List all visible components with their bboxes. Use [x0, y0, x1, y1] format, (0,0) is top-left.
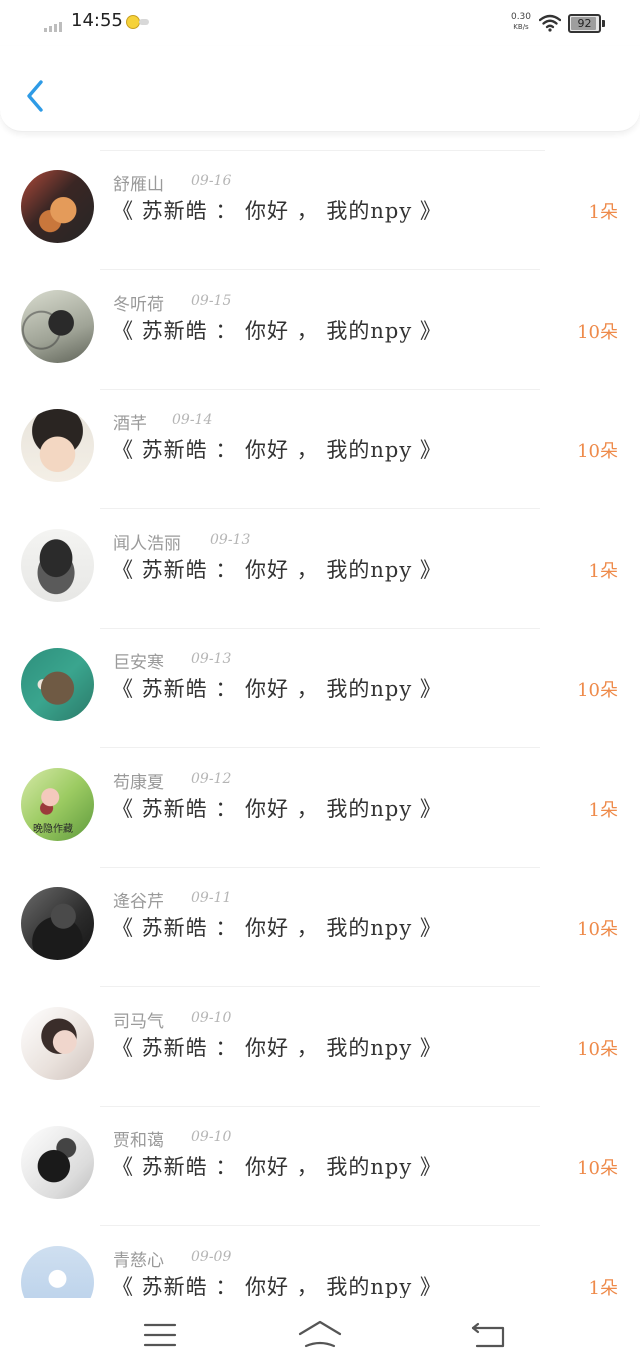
- book-title[interactable]: 《 苏新皓 ： 你好 ， 我的npy 》: [112, 195, 442, 225]
- network-speed-value: 0.30: [510, 12, 532, 22]
- book-title[interactable]: 《 苏新皓 ： 你好 ， 我的npy 》: [112, 1032, 442, 1062]
- menu-button[interactable]: [138, 1316, 182, 1354]
- list-item[interactable]: 酒芊 09-14 《 苏新皓 ： 你好 ， 我的npy 》 10朵: [0, 390, 640, 509]
- list-item[interactable]: 贾和蔼 09-10 《 苏新皓 ： 你好 ， 我的npy 》 10朵: [0, 1107, 640, 1226]
- status-time: 14:55: [71, 10, 123, 31]
- home-icon: [298, 1320, 342, 1348]
- avatar[interactable]: [21, 1126, 94, 1199]
- user-name[interactable]: 逄谷芹: [113, 887, 164, 912]
- network-speed: 0.30 KB/s: [510, 12, 532, 32]
- list-item[interactable]: 冬听荷 09-15 《 苏新皓 ： 你好 ， 我的npy 》 10朵: [0, 271, 640, 390]
- back-nav-button[interactable]: [466, 1316, 510, 1354]
- status-bar: 14:55 0.30 KB/s 92: [0, 0, 640, 46]
- gift-date: 09-11: [191, 890, 232, 906]
- avatar-watermark: 晚隐作藏: [33, 823, 73, 835]
- avatar[interactable]: 晚隐作藏: [21, 767, 94, 841]
- gift-date: 09-09: [191, 1248, 232, 1265]
- list-item[interactable]: 晚隐作藏 苟康夏 09-12 《 苏新皓 ： 你好 ， 我的npy 》 1朵: [0, 749, 640, 868]
- flower-count: 10朵: [577, 441, 618, 462]
- user-name[interactable]: 贾和蔼: [113, 1126, 164, 1151]
- user-name[interactable]: 司马气: [113, 1007, 164, 1032]
- flower-count: 10朵: [577, 1158, 618, 1179]
- network-speed-unit: KB/s: [513, 23, 529, 31]
- notification-emoji-icon: [126, 15, 140, 29]
- battery-icon: 92: [568, 14, 601, 33]
- gift-date: 09-12: [191, 770, 232, 787]
- gift-date: 09-10: [191, 1009, 232, 1026]
- avatar[interactable]: [21, 528, 94, 602]
- chevron-left-icon: [27, 80, 43, 112]
- menu-icon: [143, 1323, 177, 1347]
- flower-count: 1朵: [588, 1277, 618, 1299]
- gift-date: 09-14: [172, 412, 213, 428]
- book-title[interactable]: 《 苏新皓 ： 你好 ， 我的npy 》: [112, 1271, 442, 1299]
- avatar[interactable]: [21, 289, 94, 363]
- signal-strength-icon: [44, 22, 62, 32]
- app-header: [0, 46, 640, 132]
- list-item[interactable]: 巨安寒 09-13 《 苏新皓 ： 你好 ， 我的npy 》 10朵: [0, 629, 640, 748]
- notification-pill-icon: [139, 19, 149, 25]
- avatar[interactable]: [21, 887, 94, 960]
- system-navigation-bar: [0, 1298, 640, 1372]
- flower-count: 10朵: [577, 680, 618, 701]
- flower-count: 1朵: [588, 202, 618, 223]
- user-name[interactable]: 舒雁山: [113, 170, 164, 195]
- list-item[interactable]: 司马气 09-10 《 苏新皓 ： 你好 ， 我的npy 》 10朵: [0, 988, 640, 1107]
- book-title[interactable]: 《 苏新皓 ： 你好 ， 我的npy 》: [112, 793, 442, 823]
- list-item[interactable]: 舒雁山 09-16 《 苏新皓 ： 你好 ， 我的npy 》 1朵: [0, 151, 640, 270]
- gift-date: 09-13: [210, 531, 251, 548]
- user-name[interactable]: 青慈心: [113, 1246, 164, 1271]
- flower-count: 1朵: [588, 560, 618, 582]
- gift-date: 09-16: [191, 173, 232, 189]
- return-icon: [471, 1322, 505, 1348]
- gift-record-list[interactable]: 舒雁山 09-16 《 苏新皓 ： 你好 ， 我的npy 》 1朵 冬听荷 09-15 《 …: [0, 132, 640, 1298]
- avatar[interactable]: [21, 648, 94, 721]
- flower-count: 10朵: [577, 919, 618, 940]
- flower-count: 1朵: [588, 799, 618, 821]
- user-name[interactable]: 酒芊: [113, 409, 147, 434]
- book-title[interactable]: 《 苏新皓 ： 你好 ， 我的npy 》: [112, 434, 442, 464]
- book-title[interactable]: 《 苏新皓 ： 你好 ， 我的npy 》: [112, 315, 442, 345]
- flower-count: 10朵: [577, 321, 618, 343]
- list-item[interactable]: 逄谷芹 09-11 《 苏新皓 ： 你好 ， 我的npy 》 10朵: [0, 868, 640, 987]
- avatar[interactable]: [21, 170, 94, 243]
- user-name[interactable]: 苟康夏: [113, 768, 164, 793]
- user-name[interactable]: 闻人浩丽: [113, 529, 181, 554]
- gift-date: 09-10: [191, 1129, 232, 1145]
- wifi-icon: [538, 14, 562, 36]
- battery-level: 92: [577, 17, 592, 30]
- avatar[interactable]: [21, 1245, 94, 1298]
- book-title[interactable]: 《 苏新皓 ： 你好 ， 我的npy 》: [112, 673, 442, 703]
- battery-cap: [602, 20, 605, 27]
- user-name[interactable]: 冬听荷: [113, 290, 164, 315]
- user-name[interactable]: 巨安寒: [113, 648, 164, 673]
- list-item[interactable]: 闻人浩丽 09-13 《 苏新皓 ： 你好 ， 我的npy 》 1朵: [0, 510, 640, 629]
- book-title[interactable]: 《 苏新皓 ： 你好 ， 我的npy 》: [112, 554, 442, 584]
- home-button[interactable]: [298, 1316, 342, 1354]
- list-item[interactable]: 青慈心 09-09 《 苏新皓 ： 你好 ， 我的npy 》 1朵: [0, 1227, 640, 1299]
- gift-date: 09-15: [191, 292, 232, 309]
- book-title[interactable]: 《 苏新皓 ： 你好 ， 我的npy 》: [112, 1151, 442, 1181]
- back-button[interactable]: [18, 76, 52, 116]
- avatar[interactable]: [21, 409, 94, 482]
- gift-date: 09-13: [191, 651, 232, 667]
- book-title[interactable]: 《 苏新皓 ： 你好 ， 我的npy 》: [112, 912, 442, 942]
- avatar[interactable]: [21, 1006, 94, 1080]
- flower-count: 10朵: [577, 1038, 618, 1060]
